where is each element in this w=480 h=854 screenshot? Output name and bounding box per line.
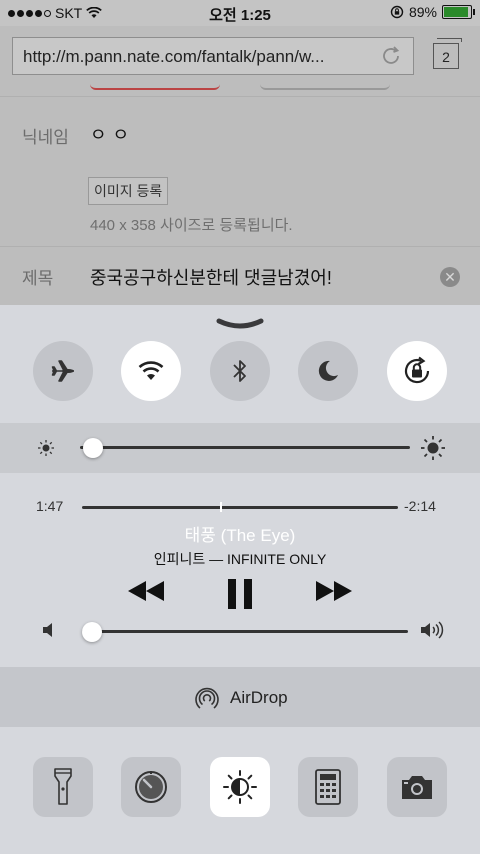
- image-size-hint: 440 x 358 사이즈로 등록됩니다.: [90, 217, 293, 234]
- remaining-time: -2:14: [404, 498, 436, 514]
- scrub-track[interactable]: [82, 506, 398, 509]
- timer-button[interactable]: [121, 757, 181, 817]
- nickname-label: 닉네임: [22, 128, 69, 147]
- volume-track[interactable]: [82, 630, 408, 633]
- bluetooth-icon: [233, 360, 246, 382]
- battery-icon: [442, 5, 475, 19]
- do-not-disturb-toggle[interactable]: [298, 341, 358, 401]
- timer-icon: [135, 771, 167, 803]
- quick-tools: [0, 727, 480, 854]
- flashlight-icon: [54, 768, 72, 805]
- reload-icon[interactable]: [379, 44, 403, 68]
- brightness-row: [0, 423, 480, 473]
- rotation-lock-status-icon: [390, 5, 404, 19]
- toggle-row: [0, 341, 480, 401]
- status-right: 89%: [390, 4, 475, 20]
- elapsed-time: 1:47: [36, 498, 64, 514]
- night-shift-icon: [223, 770, 257, 804]
- pause-icon[interactable]: [226, 577, 254, 611]
- airdrop-button[interactable]: AirDrop: [0, 667, 480, 727]
- camera-icon: [402, 776, 432, 799]
- airplane-mode-toggle[interactable]: [33, 341, 93, 401]
- airdrop-icon: [195, 687, 219, 709]
- camera-button[interactable]: [387, 757, 447, 817]
- brightness-track[interactable]: [80, 446, 410, 449]
- previous-track-icon[interactable]: [127, 577, 165, 605]
- moon-icon: [318, 360, 338, 381]
- brightness-high-icon: [421, 436, 445, 460]
- title-label: 제목: [22, 269, 54, 288]
- night-shift-button[interactable]: [210, 757, 270, 817]
- title-input[interactable]: 중국공구하신분한테 댓글남겼어!: [90, 264, 332, 290]
- scrub-position[interactable]: [220, 502, 223, 512]
- battery-percent: 89%: [408, 4, 437, 20]
- image-upload-button[interactable]: 이미지 등록: [88, 177, 169, 205]
- volume-low-icon: [43, 623, 52, 637]
- browser-page: SKT 오전 1:25 89% http://m.pann.nate.com/f…: [0, 0, 480, 330]
- divider: [0, 246, 480, 247]
- next-track-icon[interactable]: [315, 577, 353, 605]
- flashlight-button[interactable]: [33, 757, 93, 817]
- control-center: 1:47 -2:14 태풍 (The Eye) 인피니트 — INFINITE …: [0, 305, 480, 854]
- volume-thumb[interactable]: [81, 622, 102, 642]
- url-text: http://m.pann.nate.com/fantalk/pann/w...: [23, 47, 325, 66]
- rotation-lock-toggle[interactable]: [387, 341, 447, 401]
- address-bar[interactable]: http://m.pann.nate.com/fantalk/pann/w...: [12, 37, 414, 75]
- tabs-button[interactable]: 2: [433, 38, 462, 69]
- bluetooth-toggle[interactable]: [210, 341, 270, 401]
- calculator-button[interactable]: [298, 757, 358, 817]
- artist-album: 인피니트 — INFINITE ONLY: [153, 551, 327, 567]
- wifi-toggle[interactable]: [121, 341, 181, 401]
- now-playing: 1:47 -2:14 태풍 (The Eye) 인피니트 — INFINITE …: [0, 477, 480, 667]
- volume-high-icon: [421, 621, 444, 639]
- calculator-icon: [315, 769, 341, 805]
- song-title: 태풍 (The Eye): [184, 526, 296, 545]
- nickname-value[interactable]: ㅇㅇ: [90, 121, 135, 147]
- grabber-handle-icon[interactable]: [215, 317, 265, 331]
- clear-title-button[interactable]: ✕: [440, 267, 460, 287]
- airplane-icon: [51, 360, 74, 382]
- airdrop-label: AirDrop: [230, 688, 288, 707]
- wifi-icon: [138, 361, 164, 380]
- submit-button-edge: [90, 84, 220, 90]
- brightness-thumb[interactable]: [83, 438, 104, 458]
- rotation-lock-icon: [404, 356, 430, 384]
- brightness-low-icon: [38, 440, 54, 456]
- divider: [0, 96, 480, 97]
- airdrop-content: AirDrop: [192, 683, 288, 713]
- cancel-button-edge: [260, 84, 390, 90]
- status-bar: SKT 오전 1:25 89%: [0, 0, 480, 26]
